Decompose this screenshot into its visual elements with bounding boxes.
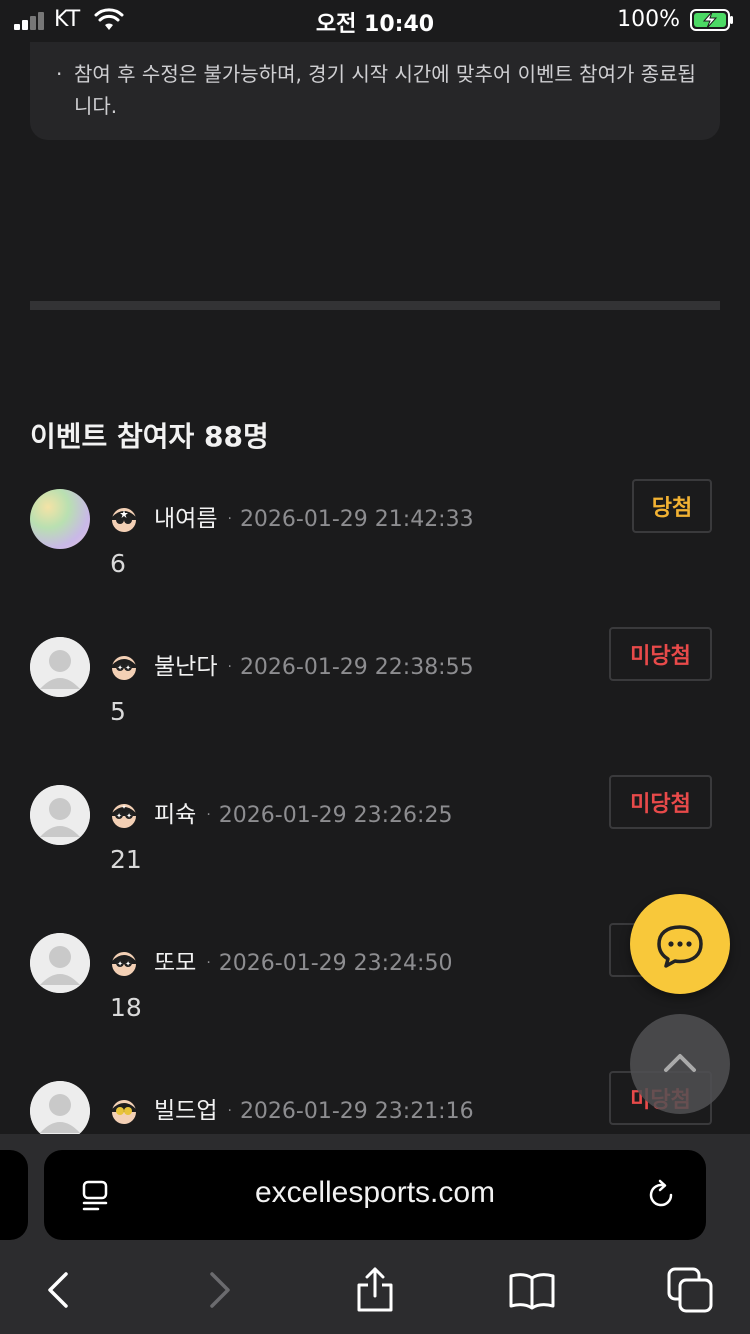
participant-entry: ✦ ✦ 불난다 · 2026-01-29 22:38:55 5 미당첨 bbox=[0, 627, 750, 757]
default-avatar-icon[interactable] bbox=[30, 933, 90, 993]
svg-text:✦: ✦ bbox=[121, 804, 126, 811]
result-badge-win[interactable]: 당첨 bbox=[632, 479, 712, 533]
separator: · bbox=[227, 1103, 232, 1119]
chat-bubble-icon bbox=[657, 925, 703, 968]
tabs-icon[interactable] bbox=[666, 1266, 714, 1314]
level-badge-icon: ✦ ✦ bbox=[112, 656, 136, 680]
notice-bullet: · bbox=[56, 62, 63, 86]
nickname: 피슉 bbox=[154, 802, 197, 828]
chevron-up-icon bbox=[664, 1054, 696, 1072]
share-icon[interactable] bbox=[351, 1266, 399, 1314]
scroll-top-button[interactable] bbox=[630, 1014, 730, 1114]
status-bar: KT 오전 10:40 100% bbox=[0, 0, 750, 42]
chat-button[interactable] bbox=[630, 894, 730, 994]
svg-text:✦: ✦ bbox=[125, 664, 131, 672]
address-bar[interactable]: excellesports.com bbox=[44, 1150, 706, 1240]
svg-text:✦: ✦ bbox=[117, 664, 123, 672]
url-text[interactable]: excellesports.com bbox=[44, 1176, 706, 1210]
level-badge-icon bbox=[112, 508, 136, 532]
timestamp: 2026-01-29 23:24:50 bbox=[218, 951, 453, 976]
participant-entry: 내여름 · 2026-01-29 21:42:33 6 당첨 bbox=[0, 479, 750, 609]
participants-title: 이벤트 참여자 88명 bbox=[30, 420, 269, 453]
timestamp: 2026-01-29 21:42:33 bbox=[239, 507, 474, 532]
book-icon[interactable] bbox=[508, 1266, 556, 1314]
browser-toolbar: excellesports.com bbox=[0, 1134, 750, 1334]
participant-entry: ✦ ✦ ✦ 피슉 · 2026-01-29 23:26:25 21 미당첨 bbox=[0, 775, 750, 905]
svg-text:✦: ✦ bbox=[125, 960, 131, 968]
avatar[interactable] bbox=[30, 489, 90, 549]
notice-text: 참여 후 수정은 불가능하며, 경기 시작 시간에 맞추어 이벤트 참여가 종료… bbox=[74, 62, 696, 118]
nickname: 내여름 bbox=[154, 506, 218, 532]
separator: · bbox=[227, 511, 232, 527]
default-avatar-icon[interactable] bbox=[30, 1081, 90, 1141]
timestamp: 2026-01-29 22:38:55 bbox=[239, 655, 474, 680]
level-badge-icon: ✦ ✦ ✦ bbox=[112, 804, 136, 828]
separator: · bbox=[206, 807, 211, 823]
battery-charging-icon bbox=[690, 9, 733, 31]
chevron-right-icon[interactable] bbox=[196, 1266, 244, 1314]
timestamp: 2026-01-29 23:26:25 bbox=[218, 803, 453, 828]
nickname: 불난다 bbox=[154, 654, 218, 680]
level-badge-icon: ✦ ✦ bbox=[112, 952, 136, 976]
battery-percent: 100% bbox=[617, 7, 680, 32]
answer-value: 21 bbox=[110, 845, 142, 874]
level-badge-icon bbox=[112, 1100, 136, 1124]
timestamp: 2026-01-29 23:21:16 bbox=[239, 1099, 474, 1124]
chevron-left-icon[interactable] bbox=[34, 1266, 82, 1314]
nickname: 빌드업 bbox=[154, 1098, 218, 1124]
separator: · bbox=[227, 659, 232, 675]
svg-text:✦: ✦ bbox=[126, 812, 132, 820]
answer-value: 18 bbox=[110, 993, 142, 1022]
svg-text:✦: ✦ bbox=[116, 812, 122, 820]
nickname: 또모 bbox=[154, 950, 197, 976]
default-avatar-icon[interactable] bbox=[30, 785, 90, 845]
answer-value: 6 bbox=[110, 549, 126, 578]
default-avatar-icon[interactable] bbox=[30, 637, 90, 697]
section-divider bbox=[30, 301, 720, 310]
answer-value: 5 bbox=[110, 697, 126, 726]
reload-icon[interactable] bbox=[644, 1178, 678, 1212]
separator: · bbox=[206, 955, 211, 971]
result-badge-lose[interactable]: 미당첨 bbox=[609, 775, 712, 829]
result-badge-lose[interactable]: 미당첨 bbox=[609, 627, 712, 681]
svg-text:✦: ✦ bbox=[117, 960, 123, 968]
previous-tab-preview[interactable] bbox=[0, 1150, 28, 1240]
